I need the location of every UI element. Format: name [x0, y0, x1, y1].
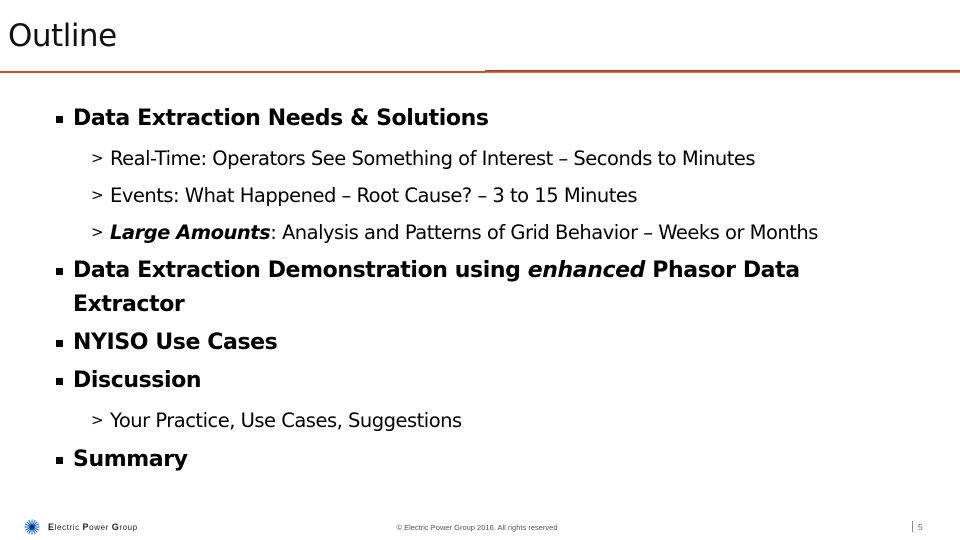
- square-bullet-icon: [56, 116, 63, 123]
- chevron-right-icon: >: [91, 411, 104, 429]
- square-bullet-icon: [56, 340, 63, 347]
- page-number: 5: [912, 521, 923, 532]
- outline-item-data-extraction-needs: Data Extraction Needs & Solutions: [55, 102, 935, 136]
- sub-item-large-amounts: > Large Amounts: Analysis and Patterns o…: [55, 214, 935, 251]
- sub-item-label: Your Practice, Use Cases, Suggestions: [110, 409, 462, 432]
- chevron-right-icon: >: [91, 149, 104, 167]
- outline-item-label-emphasis: enhanced: [527, 258, 646, 283]
- square-bullet-icon: [56, 457, 63, 464]
- outline-list: Data Extraction Needs & Solutions > Real…: [55, 102, 935, 477]
- title-divider-right: [485, 70, 960, 73]
- outline-item-label: Data Extraction Needs & Solutions: [73, 106, 489, 131]
- sub-item-real-time: > Real-Time: Operators See Something of …: [55, 140, 935, 177]
- sub-item-your-practice: > Your Practice, Use Cases, Suggestions: [55, 402, 935, 439]
- outline-item-label: NYISO Use Cases: [73, 330, 278, 355]
- sub-item-events: > Events: What Happened – Root Cause? – …: [55, 177, 935, 214]
- outline-item-label-wrap: Extractor: [73, 292, 185, 317]
- outline-item-discussion: Discussion: [55, 364, 935, 398]
- sub-item-label: Events: What Happened – Root Cause? – 3 …: [110, 184, 638, 207]
- copyright-text: © Electric Power Group 2016. All rights …: [396, 523, 558, 532]
- chevron-right-icon: >: [91, 223, 104, 241]
- slide-title: Outline: [8, 18, 117, 54]
- outline-item-demonstration: Data Extraction Demonstration using enha…: [55, 254, 935, 322]
- outline-item-label-end: Phasor Data: [645, 258, 800, 283]
- outline-item-label: Discussion: [73, 368, 202, 393]
- copyright-notice: © Electric Power Group 2016. All rights …: [0, 523, 960, 532]
- square-bullet-icon: [56, 268, 63, 275]
- outline-item-label-start: Data Extraction Demonstration using: [73, 258, 528, 283]
- sub-item-label: : Analysis and Patterns of Grid Behavior…: [270, 221, 818, 244]
- square-bullet-icon: [56, 378, 63, 385]
- sub-item-emphasis: Large Amounts: [110, 221, 271, 244]
- title-divider-left: [0, 71, 486, 73]
- page-number-value: 5: [918, 521, 923, 532]
- page-separator: [912, 521, 913, 532]
- outline-item-label: Summary: [73, 447, 188, 472]
- outline-item-nyiso-use-cases: NYISO Use Cases: [55, 326, 935, 360]
- outline-item-summary: Summary: [55, 443, 935, 477]
- sub-item-label: Real-Time: Operators See Something of In…: [110, 147, 756, 170]
- chevron-right-icon: >: [91, 186, 104, 204]
